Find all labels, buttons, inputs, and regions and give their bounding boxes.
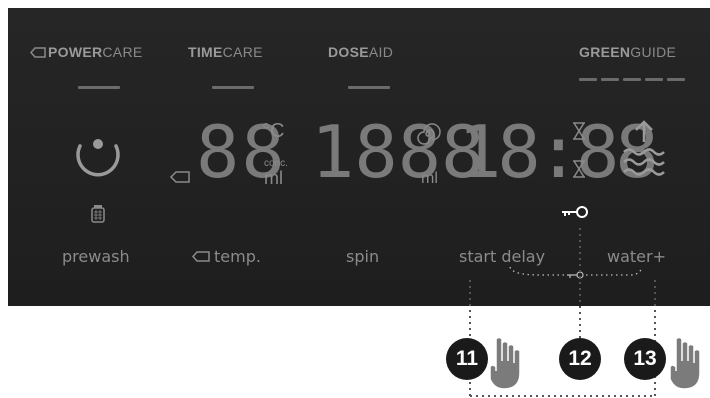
hand-pointer-icon (489, 336, 521, 390)
callout-11: 11 (446, 338, 488, 380)
callout-12: 12 (559, 338, 601, 380)
hand-pointer-icon-2 (669, 336, 701, 390)
callout-lines (469, 228, 656, 397)
callout-13: 13 (624, 338, 666, 380)
